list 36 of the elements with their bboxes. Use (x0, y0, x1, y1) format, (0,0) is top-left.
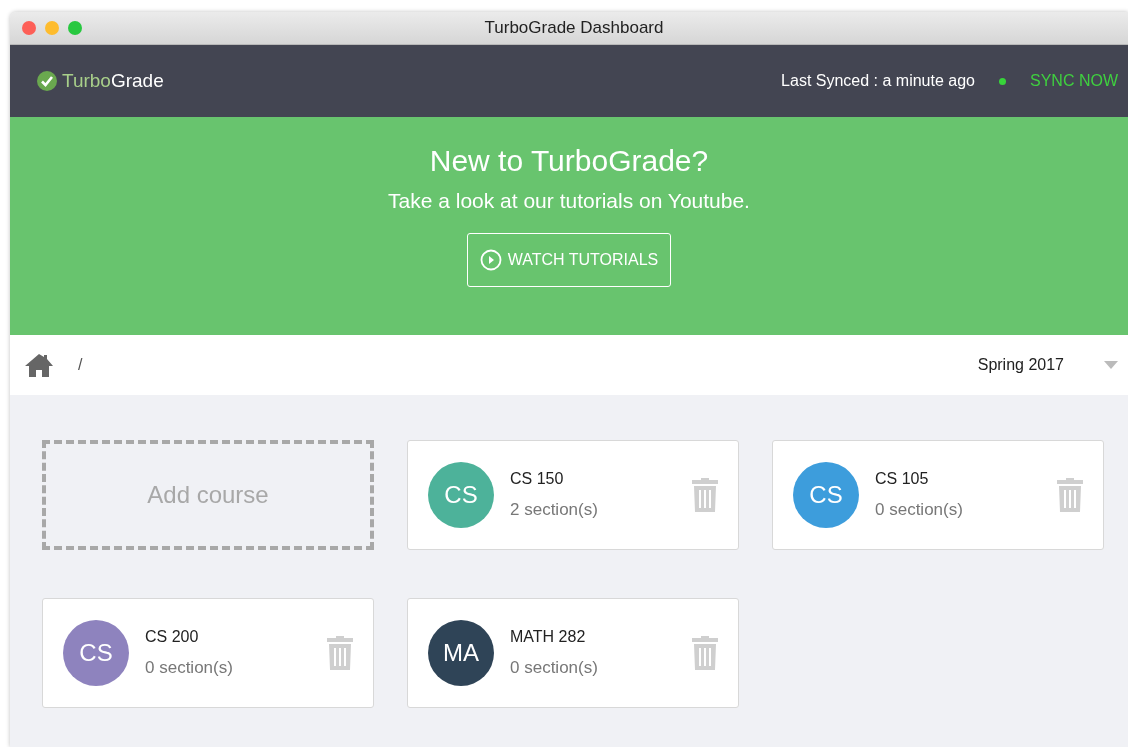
course-name: CS 150 (510, 469, 565, 490)
check-icon (36, 70, 58, 92)
sync-status: Last Synced : a minute ago (781, 71, 975, 91)
minimize-button[interactable] (45, 21, 59, 35)
course-avatar: CS (63, 620, 129, 686)
course-card[interactable]: CS CS 150 2 section(s) (407, 440, 739, 550)
banner-heading: New to TurboGrade? (429, 143, 709, 179)
course-avatar: MA (428, 620, 494, 686)
section-count: 0 section(s) (145, 657, 233, 680)
course-name: CS 105 (875, 469, 930, 490)
course-avatar: CS (793, 462, 859, 528)
course-card[interactable]: CS CS 105 0 section(s) (772, 440, 1104, 550)
trash-icon[interactable] (1057, 478, 1083, 512)
trash-icon[interactable] (327, 636, 353, 670)
section-count: 2 section(s) (510, 499, 598, 522)
course-name: CS 200 (145, 627, 200, 648)
status-dot (999, 77, 1006, 85)
trash-icon[interactable] (692, 636, 718, 670)
banner-subtitle: Take a look at our tutorials on Youtube. (388, 188, 750, 214)
term-select[interactable]: Spring 2017 (977, 353, 1064, 377)
course-card[interactable]: CS CS 200 0 section(s) (42, 598, 374, 708)
close-button[interactable] (22, 21, 36, 35)
dropdown-caret-icon[interactable] (1104, 361, 1118, 369)
course-card[interactable]: MA MATH 282 0 section(s) (407, 598, 739, 708)
maximize-button[interactable] (68, 21, 82, 35)
play-icon (479, 248, 502, 271)
section-count: 0 section(s) (510, 657, 598, 680)
course-name: MATH 282 (510, 627, 587, 648)
trash-icon[interactable] (692, 478, 718, 512)
sync-button[interactable]: SYNC NOW (1030, 69, 1118, 93)
app-logo: TurboGrade (62, 68, 164, 93)
breadcrumb-separator: / (78, 355, 83, 375)
section-count: 0 section(s) (875, 499, 963, 522)
course-avatar: CS (428, 462, 494, 528)
home-icon[interactable] (24, 352, 54, 378)
window-title: TurboGrade Dashboard (483, 17, 665, 40)
